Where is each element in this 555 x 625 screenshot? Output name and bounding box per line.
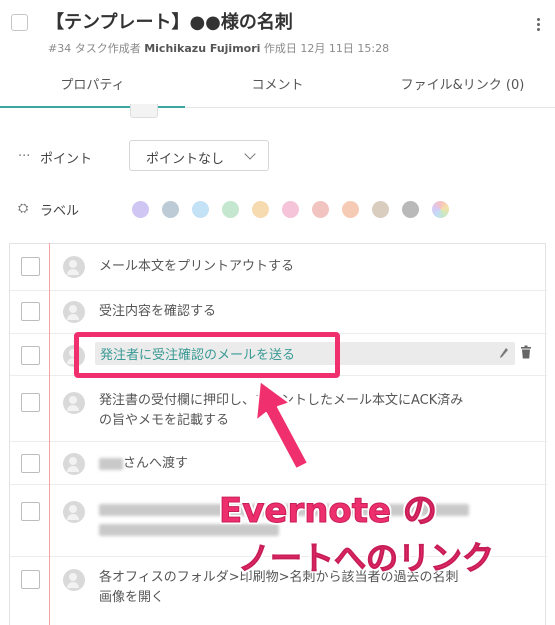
scrolled-property-value[interactable] (130, 104, 158, 118)
item-text[interactable]: 受注内容を確認する (99, 302, 216, 322)
label-label: ラベル (40, 204, 80, 219)
label-color-swatch[interactable] (162, 201, 179, 218)
item-checkbox[interactable] (21, 257, 40, 276)
assignee-avatar-icon[interactable] (63, 453, 85, 475)
label-color-swatch[interactable] (342, 201, 359, 218)
point-property: ··· ポイント ポイントなし (0, 140, 555, 174)
tag-icon: ⛭ (18, 201, 29, 216)
label-color-swatch-multicolor[interactable] (432, 201, 449, 218)
task-meta: #34 タスク作成者 Michikazu Fujimori 作成日 12月 11… (48, 40, 389, 56)
trash-icon[interactable] (520, 345, 532, 359)
item-text-suffix: さんへ渡す (123, 456, 189, 471)
point-select-value: ポイントなし (146, 152, 225, 167)
item-checkbox[interactable] (21, 393, 40, 412)
label-color-swatch[interactable] (312, 201, 329, 218)
item-checkbox[interactable] (21, 502, 40, 521)
annotation-text-line1: Evernote の (219, 491, 438, 532)
point-select[interactable]: ポイントなし (129, 140, 269, 171)
scrolled-property-row (0, 104, 555, 124)
item-text-line2[interactable]: の旨やメモを記載する (99, 411, 229, 431)
item-text[interactable]: さんへ渡す (99, 454, 188, 474)
checklist-item: 受注内容を確認する (10, 290, 547, 333)
checklist-margin-line (49, 243, 50, 625)
annotation-arrow-icon (255, 380, 309, 470)
label-color-swatch[interactable] (132, 201, 149, 218)
redacted-name (99, 457, 123, 470)
task-created-date: 作成日 12月 11日 15:28 (263, 42, 390, 55)
assignee-avatar-icon[interactable] (63, 392, 85, 414)
tab-comments[interactable]: コメント (185, 68, 370, 108)
label-color-swatch[interactable] (282, 201, 299, 218)
item-text[interactable]: メール本文をプリントアウトする (99, 257, 294, 277)
item-checkbox[interactable] (21, 346, 40, 365)
annotation-text-line2: ノートへのリンク (237, 539, 495, 578)
item-checkbox[interactable] (21, 302, 40, 321)
task-tabs: プロパティ コメント ファイル&リンク (0) (0, 68, 555, 108)
task-author: Michikazu Fujimori (144, 42, 261, 55)
annotation-highlight-box (74, 332, 340, 378)
assignee-avatar-icon[interactable] (63, 569, 85, 591)
task-complete-checkbox[interactable] (11, 14, 28, 31)
item-checkbox[interactable] (21, 454, 40, 473)
assignee-avatar-icon[interactable] (63, 256, 85, 278)
label-color-swatch[interactable] (372, 201, 389, 218)
checklist-item: メール本文をプリントアウトする (10, 244, 547, 290)
task-id: #34 (48, 42, 72, 55)
more-options-icon[interactable] (535, 18, 541, 34)
chevron-down-icon (244, 148, 256, 160)
point-icon: ··· (18, 149, 31, 164)
tab-files-links[interactable]: ファイル&リンク (0) (370, 68, 555, 108)
pencil-icon[interactable] (499, 347, 509, 359)
item-checkbox[interactable] (21, 570, 40, 589)
task-title[interactable]: 【テンプレート】●●様の名刺 (46, 8, 293, 34)
task-header: 【テンプレート】●●様の名刺 #34 タスク作成者 Michikazu Fuji… (0, 0, 555, 70)
label-color-swatch[interactable] (252, 201, 269, 218)
point-label: ポイント (40, 152, 93, 167)
item-text-line2[interactable]: 画像を開く (99, 588, 164, 608)
label-color-swatch[interactable] (192, 201, 209, 218)
tab-properties[interactable]: プロパティ (0, 68, 185, 108)
label-property: ⛭ ラベル (0, 192, 555, 226)
label-color-swatch[interactable] (402, 201, 419, 218)
assignee-avatar-icon[interactable] (63, 301, 85, 323)
assignee-avatar-icon[interactable] (63, 501, 85, 523)
task-created-by-label: タスク作成者 (74, 42, 141, 55)
label-color-swatch[interactable] (222, 201, 239, 218)
